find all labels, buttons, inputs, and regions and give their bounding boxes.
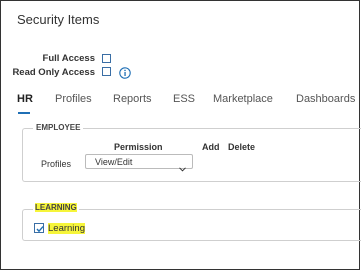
read-only-access-checkbox[interactable] (102, 67, 111, 76)
tab-hr[interactable]: HR (17, 93, 33, 105)
add-column-header: Add (202, 142, 220, 152)
tab-ess[interactable]: ESS (173, 93, 195, 105)
permission-selected-value: View/Edit (95, 157, 133, 167)
employee-legend: EMPLOYEE (33, 123, 84, 132)
read-only-access-label: Read Only Access (12, 67, 95, 78)
tab-reports[interactable]: Reports (113, 93, 152, 105)
learning-checkbox[interactable] (34, 223, 44, 233)
delete-column-header: Delete (228, 142, 256, 152)
full-access-checkbox[interactable] (102, 54, 111, 63)
active-tab-indicator (18, 112, 30, 114)
learning-checkbox-label-wrap: Learning (48, 223, 85, 234)
full-access-label: Full Access (42, 53, 95, 64)
tab-marketplace[interactable]: Marketplace (213, 93, 273, 105)
profiles-row-label: Profiles (41, 159, 72, 169)
permission-column-header: Permission (114, 142, 163, 152)
page-title: Security Items (17, 12, 100, 27)
profiles-permission-select[interactable]: View/Edit (85, 154, 193, 172)
learning-checkbox-label[interactable]: Learning (48, 223, 85, 234)
tab-dashboards[interactable]: Dashboards (296, 93, 355, 105)
checkmark-icon (36, 226, 44, 233)
learning-legend-wrap: LEARNING (33, 203, 79, 212)
chevron-down-icon (179, 159, 186, 172)
info-icon[interactable] (119, 66, 131, 79)
security-items-panel: Security Items Full Access Read Only Acc… (0, 0, 361, 270)
learning-legend: LEARNING (35, 203, 77, 212)
tab-profiles[interactable]: Profiles (55, 93, 92, 105)
